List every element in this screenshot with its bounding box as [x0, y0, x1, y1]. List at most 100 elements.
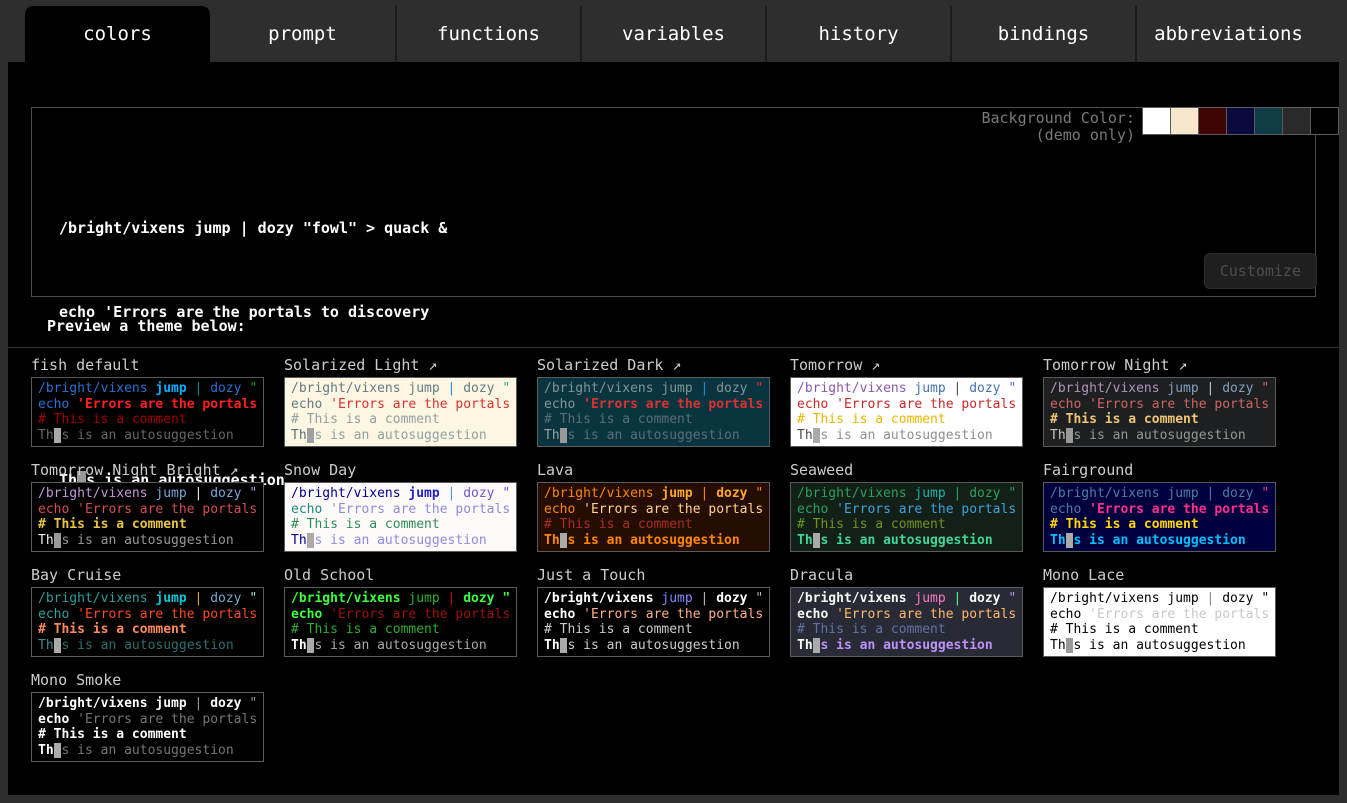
theme-sample-dracula[interactable]: /bright/vixens jump | dozy "echo 'Errors… [790, 587, 1023, 657]
tab-bindings[interactable]: bindings [950, 6, 1135, 62]
theme-sample-mono-smoke[interactable]: /bright/vixens jump | dozy "echo 'Errors… [31, 692, 264, 762]
themes-header: Preview a theme below: [47, 317, 1339, 335]
theme-mono-lace[interactable]: Mono Lace/bright/vixens jump | dozy "ech… [1043, 566, 1276, 657]
sample-line-autosuggestion: This is an autosuggestion [544, 428, 763, 444]
theme-bay-cruise[interactable]: Bay Cruise/bright/vixens jump | dozy "ec… [31, 566, 264, 657]
sample-token-sugg: s is an autosuggestion [61, 533, 233, 548]
theme-title-old-school[interactable]: Old School [284, 566, 517, 587]
theme-sample-lava[interactable]: /bright/vixens jump | dozy "echo 'Errors… [537, 482, 770, 552]
tab-abbreviations[interactable]: abbreviations [1135, 6, 1320, 62]
theme-title-dracula[interactable]: Dracula [790, 566, 1023, 587]
sample-token-sugg: s is an autosuggestion [314, 428, 486, 443]
bg-swatch-5[interactable] [1282, 107, 1311, 135]
theme-title-snow-day[interactable]: Snow Day [284, 461, 517, 482]
tab-history[interactable]: history [765, 6, 950, 62]
sample-token-quote: " [242, 696, 258, 711]
sample-token-echo: echo [797, 397, 836, 412]
sample-token-comment: # This is a comment [797, 622, 946, 637]
theme-sample-snow-day[interactable]: /bright/vixens jump | dozy "echo 'Errors… [284, 482, 517, 552]
theme-sample-tomorrow-night-bright[interactable]: /bright/vixens jump | dozy "echo 'Errors… [31, 482, 264, 552]
bg-swatch-3[interactable] [1226, 107, 1255, 135]
theme-title-lava[interactable]: Lava [537, 461, 770, 482]
customize-button[interactable]: Customize [1204, 253, 1317, 289]
sample-token-jump: jump [155, 696, 186, 711]
sample-token-dozy: dozy [463, 381, 494, 396]
theme-solarized-light[interactable]: Solarized Light ↗/bright/vixens jump | d… [284, 356, 517, 447]
sample-token-th: Th [1050, 428, 1066, 443]
theme-title-seaweed[interactable]: Seaweed [790, 461, 1023, 482]
theme-fairground[interactable]: Fairground/bright/vixens jump | dozy "ec… [1043, 461, 1276, 552]
theme-sample-fish-default[interactable]: /bright/vixens jump | dozy "echo 'Errors… [31, 377, 264, 447]
theme-title-solarized-dark[interactable]: Solarized Dark ↗ [537, 356, 770, 377]
theme-sample-solarized-light[interactable]: /bright/vixens jump | dozy "echo 'Errors… [284, 377, 517, 447]
theme-sample-fairground[interactable]: /bright/vixens jump | dozy "echo 'Errors… [1043, 482, 1276, 552]
bg-swatch-4[interactable] [1254, 107, 1283, 135]
sample-token-sugg: s is an autosuggestion [567, 638, 739, 653]
theme-sample-mono-lace[interactable]: /bright/vixens jump | dozy "echo 'Errors… [1043, 587, 1276, 657]
sample-token-comment: # This is a comment [544, 622, 693, 637]
sample-token-th: Th [1050, 533, 1066, 548]
sample-line-autosuggestion: This is an autosuggestion [797, 533, 1016, 549]
sample-token-dozy: dozy [1222, 591, 1253, 606]
sample-token-jump: jump [408, 591, 439, 606]
theme-mono-smoke[interactable]: Mono Smoke/bright/vixens jump | dozy "ec… [31, 671, 264, 762]
theme-dracula[interactable]: Dracula/bright/vixens jump | dozy "echo … [790, 566, 1023, 657]
theme-title-tomorrow[interactable]: Tomorrow ↗ [790, 356, 1023, 377]
theme-snow-day[interactable]: Snow Day/bright/vixens jump | dozy "echo… [284, 461, 517, 552]
sample-token-error: 'Errors are the portals to discovery [330, 502, 517, 517]
sample-line-command: /bright/vixens jump | dozy " [544, 381, 763, 397]
themes-divider [8, 347, 1339, 348]
sample-token-path: /bright/vixens [291, 486, 408, 501]
bg-swatch-2[interactable] [1198, 107, 1227, 135]
tab-variables[interactable]: variables [580, 6, 765, 62]
bg-swatch-0[interactable] [1142, 107, 1171, 135]
sample-token-dozy: dozy [716, 486, 747, 501]
sample-token-sugg: s is an autosuggestion [820, 638, 992, 653]
theme-title-tomorrow-night-bright[interactable]: Tomorrow Night Bright ↗ [31, 461, 264, 482]
theme-fish-default[interactable]: fish default/bright/vixens jump | dozy "… [31, 356, 264, 447]
theme-tomorrow-night-bright[interactable]: Tomorrow Night Bright ↗/bright/vixens ju… [31, 461, 264, 552]
theme-sample-seaweed[interactable]: /bright/vixens jump | dozy "echo 'Errors… [790, 482, 1023, 552]
theme-sample-tomorrow[interactable]: /bright/vixens jump | dozy "echo 'Errors… [790, 377, 1023, 447]
tab-functions[interactable]: functions [395, 6, 580, 62]
theme-sample-solarized-dark[interactable]: /bright/vixens jump | dozy "echo 'Errors… [537, 377, 770, 447]
bg-swatch-6[interactable] [1310, 107, 1339, 135]
sample-token-echo: echo [1050, 397, 1089, 412]
theme-title-solarized-light[interactable]: Solarized Light ↗ [284, 356, 517, 377]
theme-seaweed[interactable]: Seaweed/bright/vixens jump | dozy "echo … [790, 461, 1023, 552]
sample-token-error: 'Errors are the portals to discovery [1089, 502, 1276, 517]
tab-prompt[interactable]: prompt [210, 6, 395, 62]
theme-title-mono-smoke[interactable]: Mono Smoke [31, 671, 264, 692]
sample-line-autosuggestion: This is an autosuggestion [797, 638, 1016, 654]
sample-line-comment: # This is a comment [797, 517, 1016, 533]
theme-title-mono-lace[interactable]: Mono Lace [1043, 566, 1276, 587]
theme-tomorrow[interactable]: Tomorrow ↗/bright/vixens jump | dozy "ec… [790, 356, 1023, 447]
sample-token-dozy: dozy [969, 591, 1000, 606]
theme-sample-tomorrow-night[interactable]: /bright/vixens jump | dozy "echo 'Errors… [1043, 377, 1276, 447]
theme-sample-just-a-touch[interactable]: /bright/vixens jump | dozy "echo 'Errors… [537, 587, 770, 657]
bg-swatch-1[interactable] [1170, 107, 1199, 135]
theme-tomorrow-night[interactable]: Tomorrow Night ↗/bright/vixens jump | do… [1043, 356, 1276, 447]
sample-token-th: Th [38, 638, 54, 653]
sample-token-quote: " [1001, 381, 1017, 396]
theme-title-fish-default[interactable]: fish default [31, 356, 264, 377]
theme-lava[interactable]: Lava/bright/vixens jump | dozy "echo 'Er… [537, 461, 770, 552]
sample-token-echo: echo [1050, 607, 1089, 622]
theme-sample-bay-cruise[interactable]: /bright/vixens jump | dozy "echo 'Errors… [31, 587, 264, 657]
tab-colors[interactable]: colors [25, 6, 210, 62]
theme-title-just-a-touch[interactable]: Just a Touch [537, 566, 770, 587]
sample-token-jump: jump [155, 486, 186, 501]
sample-token-path: /bright/vixens [1050, 591, 1167, 606]
theme-title-bay-cruise[interactable]: Bay Cruise [31, 566, 264, 587]
theme-title-fairground[interactable]: Fairground [1043, 461, 1276, 482]
sample-token-jump: jump [1167, 591, 1198, 606]
sample-token-sugg: s is an autosuggestion [61, 743, 233, 758]
theme-just-a-touch[interactable]: Just a Touch/bright/vixens jump | dozy "… [537, 566, 770, 657]
theme-old-school[interactable]: Old School/bright/vixens jump | dozy "ec… [284, 566, 517, 657]
theme-solarized-dark[interactable]: Solarized Dark ↗/bright/vixens jump | do… [537, 356, 770, 447]
sample-token-echo: echo [38, 397, 77, 412]
theme-sample-old-school[interactable]: /bright/vixens jump | dozy "echo 'Errors… [284, 587, 517, 657]
sample-line-autosuggestion: This is an autosuggestion [544, 638, 763, 654]
sample-token-jump: jump [408, 486, 439, 501]
theme-title-tomorrow-night[interactable]: Tomorrow Night ↗ [1043, 356, 1276, 377]
